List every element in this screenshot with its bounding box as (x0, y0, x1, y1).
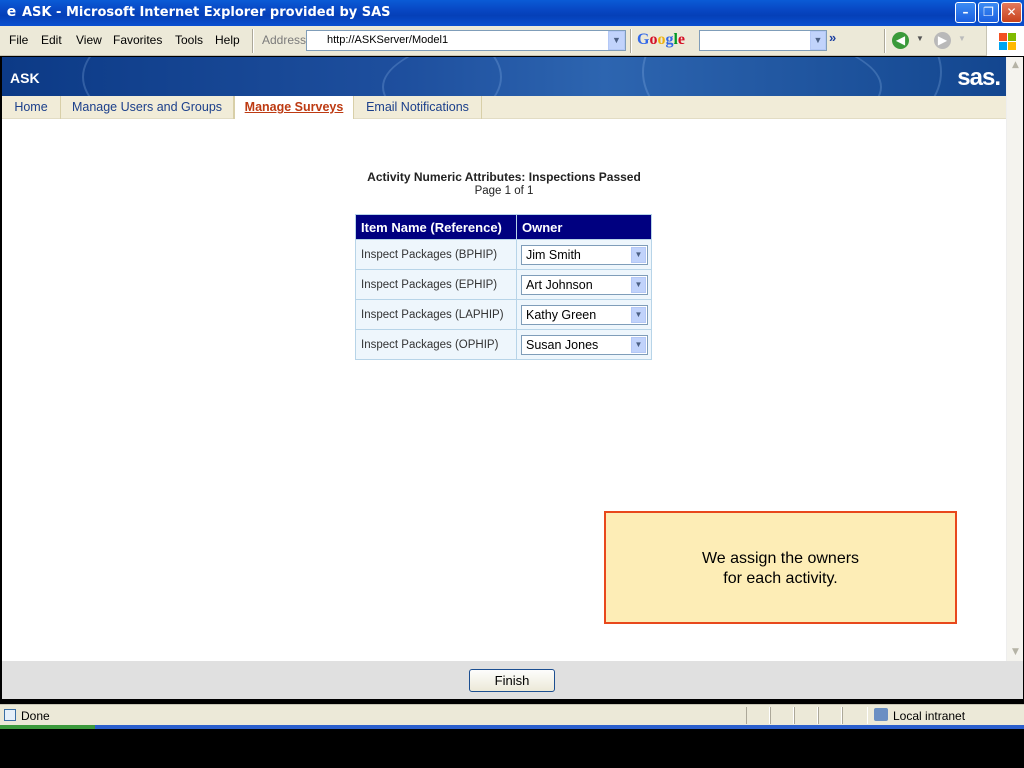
google-letter-g: G (637, 31, 650, 48)
scroll-up-icon[interactable]: ▲ (1007, 57, 1024, 74)
maximize-button[interactable]: ❐ (978, 2, 999, 23)
tab-manage-surveys[interactable]: Manage Surveys (234, 96, 354, 119)
owner-table: Item Name (Reference) Owner Inspect Pack… (355, 214, 652, 360)
tab-email-notifications[interactable]: Email Notifications (354, 96, 482, 119)
page-indicator: Page 1 of 1 (474, 185, 534, 197)
owner-select-value: Susan Jones (526, 337, 599, 352)
tutorial-callout: We assign the owners for each activity. (604, 511, 957, 624)
owner-cell: Art Johnson ▼ (516, 269, 652, 300)
column-header-owner: Owner (516, 214, 652, 240)
chevron-down-icon[interactable]: ▼ (631, 246, 646, 263)
google-search-input[interactable] (699, 30, 827, 51)
table-row: Inspect Packages (EPHIP) Art Johnson ▼ (355, 269, 652, 300)
column-header-item-name: Item Name (Reference) (355, 214, 517, 240)
table-row: Inspect Packages (BPHIP) Jim Smith ▼ (355, 239, 652, 270)
chevron-down-icon[interactable]: ▼ (631, 306, 646, 323)
owner-cell: Jim Smith ▼ (516, 239, 652, 270)
owner-select[interactable]: Susan Jones ▼ (521, 334, 648, 355)
callout-line-2: for each activity. (723, 570, 838, 587)
address-dropdown-icon[interactable]: ▼ (608, 31, 625, 50)
owner-select[interactable]: Jim Smith ▼ (521, 244, 648, 265)
owner-select-value: Jim Smith (526, 247, 581, 262)
windows-logo-icon (986, 26, 1024, 56)
status-pane (818, 707, 842, 724)
ie-logo-icon: e (6, 4, 17, 20)
banner-swirl (642, 57, 942, 96)
chevron-down-icon[interactable]: ▼ (631, 276, 646, 293)
back-arrow-icon[interactable]: ◀ (892, 32, 909, 49)
status-text: Done (21, 709, 50, 723)
menu-view[interactable]: View (76, 33, 102, 47)
google-dropdown-icon[interactable]: ▼ (810, 31, 826, 50)
toolbar-separator (630, 29, 632, 53)
item-name-cell: Inspect Packages (LAPHIP) (355, 299, 517, 330)
google-logo: Google (637, 31, 685, 49)
toolbar-separator (884, 29, 886, 53)
menu-file[interactable]: File (9, 33, 28, 47)
owner-select[interactable]: Art Johnson ▼ (521, 274, 648, 295)
page-footer: Finish (2, 661, 1023, 699)
status-pane (842, 707, 868, 724)
callout-line-1: We assign the owners (701, 550, 860, 567)
screen: e ASK - Microsoft Internet Explorer prov… (0, 0, 1024, 768)
address-label: Address (262, 33, 307, 47)
owner-cell: Kathy Green ▼ (516, 299, 652, 330)
item-name-cell: Inspect Packages (BPHIP) (355, 239, 517, 270)
page-icon (4, 709, 16, 721)
tab-home[interactable]: Home (2, 96, 61, 119)
table-row: Inspect Packages (OPHIP) Susan Jones ▼ (355, 329, 652, 360)
forward-arrow-icon[interactable]: ▶ (934, 32, 951, 49)
chevron-down-icon[interactable]: ▼ (631, 336, 646, 353)
windows-flag-yellow (1008, 42, 1016, 50)
owner-select-value: Art Johnson (526, 277, 593, 292)
toolbar-separator (252, 29, 254, 53)
table-row: Inspect Packages (LAPHIP) Kathy Green ▼ (355, 299, 652, 330)
forward-history-dropdown-icon: ▼ (958, 34, 966, 43)
windows-flag-red (999, 33, 1007, 41)
sas-logo: sas. (957, 64, 1001, 91)
menu-help[interactable]: Help (215, 33, 240, 47)
close-button[interactable]: ✕ (1001, 2, 1022, 23)
google-letter-e: e (677, 31, 686, 48)
tab-manage-users-and-groups[interactable]: Manage Users and Groups (61, 96, 234, 119)
scroll-down-icon[interactable]: ▼ (1007, 644, 1024, 661)
finish-button[interactable]: Finish (469, 669, 555, 692)
owner-cell: Susan Jones ▼ (516, 329, 652, 360)
item-name-cell: Inspect Packages (OPHIP) (355, 329, 517, 360)
owner-select[interactable]: Kathy Green ▼ (521, 304, 648, 325)
status-pane (770, 707, 794, 724)
intranet-zone-icon (874, 708, 888, 721)
toolbar-more-icon[interactable]: » (829, 30, 836, 45)
status-pane (794, 707, 818, 724)
window-title: ASK - Microsoft Internet Explorer provid… (22, 5, 391, 20)
app-banner: ASK sas. (2, 57, 1006, 96)
menu-tools[interactable]: Tools (175, 33, 203, 47)
owner-select-value: Kathy Green (526, 307, 597, 322)
app-brand: ASK (10, 70, 40, 86)
windows-flag-blue (999, 42, 1007, 50)
page-title: Activity Numeric Attributes: Inspections… (367, 170, 641, 184)
title-bar: e ASK - Microsoft Internet Explorer prov… (0, 0, 1024, 26)
table-header-row: Item Name (Reference) Owner (355, 214, 652, 240)
menu-edit[interactable]: Edit (41, 33, 62, 47)
status-bar: Done Local intranet (0, 704, 1024, 725)
back-history-dropdown-icon[interactable]: ▼ (916, 34, 924, 43)
windows-flag-green (1008, 33, 1016, 41)
status-pane (746, 707, 770, 724)
minimize-button[interactable]: – (955, 2, 976, 23)
item-name-cell: Inspect Packages (EPHIP) (355, 269, 517, 300)
page-content: ASK sas. Home Manage Users and Groups Ma… (2, 57, 1006, 661)
security-zone: Local intranet (893, 709, 966, 723)
start-button-edge (0, 725, 95, 729)
menu-bar: File Edit View Favorites Tools Help Addr… (0, 26, 1024, 56)
menu-favorites[interactable]: Favorites (113, 33, 162, 47)
address-input[interactable]: http://ASKServer/Model1 (306, 30, 626, 51)
taskbar-edge (0, 725, 1024, 729)
vertical-scrollbar[interactable]: ▲ ▼ (1006, 57, 1023, 661)
nav-tabs: Home Manage Users and Groups Manage Surv… (2, 96, 1006, 119)
